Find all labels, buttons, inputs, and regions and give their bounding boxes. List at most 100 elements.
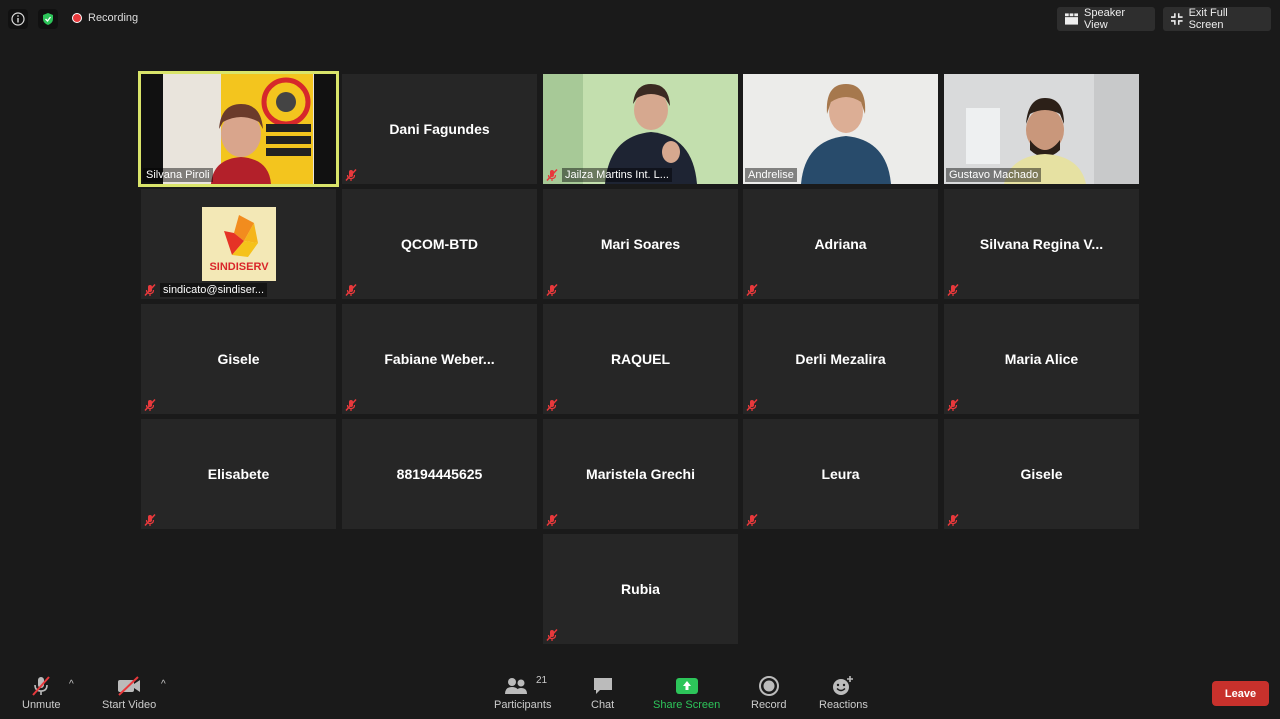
tile-footer [143, 397, 157, 413]
reactions-label: Reactions [819, 699, 868, 711]
leave-meeting-button[interactable]: Leave [1212, 681, 1269, 706]
participant-name: 88194445625 [396, 466, 483, 482]
participant-name: Gisele [217, 351, 260, 367]
unmute-label: Unmute [22, 699, 61, 711]
exit-full-screen-label: Exit Full Screen [1188, 7, 1228, 31]
share-screen-button[interactable]: Share Screen [653, 673, 720, 711]
info-icon[interactable] [8, 9, 28, 29]
recording-dot-icon [72, 13, 82, 23]
participant-tile[interactable]: Maristela Grechi [543, 419, 738, 529]
participant-tile-video[interactable]: Andrelise [743, 74, 938, 184]
security-shield-icon[interactable] [38, 9, 58, 29]
muted-mic-icon [143, 513, 157, 527]
participant-name: Elisabete [207, 466, 270, 482]
speaker-view-label: Speaker View [1084, 7, 1126, 31]
participant-tile[interactable]: QCOM-BTD [342, 189, 537, 299]
participant-tile[interactable]: Leura [743, 419, 938, 529]
unmute-button[interactable]: Unmute [22, 673, 61, 711]
muted-mic-icon [143, 283, 157, 297]
start-video-button[interactable]: Start Video [102, 673, 156, 711]
share-screen-icon [675, 673, 698, 699]
participant-name: Rubia [621, 581, 660, 597]
participant-name: Leura [821, 466, 860, 482]
participant-name: Andrelise [745, 168, 797, 182]
chat-button[interactable]: Chat [591, 673, 614, 711]
tile-footer [143, 512, 157, 528]
tile-footer [545, 627, 559, 643]
tile-footer [946, 512, 960, 528]
participant-tile-video[interactable]: Gustavo Machado [944, 74, 1139, 184]
audio-options-chevron-icon[interactable]: ^ [69, 679, 74, 690]
reactions-button[interactable]: Reactions [819, 673, 868, 711]
record-button[interactable]: Record [751, 673, 786, 711]
muted-mic-icon [946, 398, 960, 412]
tile-footer [344, 282, 358, 298]
participants-button[interactable]: 21 Participants [494, 673, 551, 711]
participant-tile[interactable]: 88194445625 [342, 419, 537, 529]
participant-tile[interactable]: Elisabete [141, 419, 336, 529]
participant-tile-video[interactable]: Jailza Martins Int. L... [543, 74, 738, 184]
muted-mic-icon [344, 168, 358, 182]
tile-footer [946, 282, 960, 298]
participant-name: Maristela Grechi [586, 466, 695, 482]
participant-name: Silvana Piroli [143, 168, 213, 182]
muted-mic-icon [143, 398, 157, 412]
chat-label: Chat [591, 699, 615, 711]
reactions-smiley-icon [831, 673, 855, 699]
participant-name: Silvana Regina V... [979, 236, 1104, 252]
muted-mic-icon [745, 513, 759, 527]
chat-bubble-icon [592, 673, 614, 699]
share-screen-label: Share Screen [653, 699, 721, 711]
participant-tile[interactable]: Fabiane Weber... [342, 304, 537, 414]
tile-footer [545, 512, 559, 528]
participant-tile[interactable]: SINDISERV sindicato@sindiser... [141, 189, 336, 299]
participant-tile[interactable]: Silvana Regina V... [944, 189, 1139, 299]
muted-mic-icon [745, 283, 759, 297]
participant-name: Dani Fagundes [389, 121, 490, 137]
svg-text:SINDISERV: SINDISERV [209, 261, 269, 273]
participant-name: sindicato@sindiser... [160, 283, 268, 297]
participants-count: 21 [536, 675, 548, 686]
participant-name: Adriana [814, 236, 867, 252]
muted-mic-icon [946, 513, 960, 527]
participant-name: QCOM-BTD [401, 236, 478, 252]
record-icon [758, 673, 780, 699]
tile-footer: Gustavo Machado [946, 167, 1042, 183]
tile-footer: Jailza Martins Int. L... [545, 167, 672, 183]
record-label: Record [751, 699, 787, 711]
tile-footer [745, 397, 759, 413]
tile-footer [344, 397, 358, 413]
muted-mic-icon [344, 398, 358, 412]
speaker-view-icon [1065, 13, 1079, 25]
participant-tile[interactable]: Mari Soares [543, 189, 738, 299]
tile-footer [745, 282, 759, 298]
exit-full-screen-button[interactable]: Exit Full Screen [1163, 7, 1271, 31]
recording-indicator[interactable]: Recording [72, 12, 138, 24]
participant-tile[interactable]: Gisele [944, 419, 1139, 529]
tile-footer: Silvana Piroli [143, 167, 213, 183]
participant-name: Derli Mezalira [795, 351, 886, 367]
participant-tile[interactable]: Gisele [141, 304, 336, 414]
start-video-label: Start Video [102, 699, 157, 711]
muted-mic-icon [545, 283, 559, 297]
tile-footer [344, 167, 358, 183]
participant-tile[interactable]: Adriana [743, 189, 938, 299]
participant-name: Maria Alice [1004, 351, 1079, 367]
muted-microphone-icon [29, 673, 53, 699]
participants-label: Participants [494, 699, 552, 711]
participant-tile[interactable]: Dani Fagundes [342, 74, 537, 184]
speaker-view-button[interactable]: Speaker View [1057, 7, 1155, 31]
tile-footer: sindicato@sindiser... [143, 282, 268, 298]
participant-name: Gustavo Machado [946, 168, 1042, 182]
participant-tile[interactable]: Rubia [543, 534, 738, 644]
video-options-chevron-icon[interactable]: ^ [161, 679, 166, 690]
participant-tile[interactable]: Derli Mezalira [743, 304, 938, 414]
tile-footer: Andrelise [745, 167, 797, 183]
participant-name: Jailza Martins Int. L... [562, 168, 672, 182]
video-off-icon [116, 673, 142, 699]
tile-footer [946, 397, 960, 413]
participant-tile[interactable]: Maria Alice [944, 304, 1139, 414]
participant-tile-video[interactable]: Silvana Piroli [138, 71, 339, 187]
participant-tile[interactable]: RAQUEL [543, 304, 738, 414]
muted-mic-icon [745, 398, 759, 412]
